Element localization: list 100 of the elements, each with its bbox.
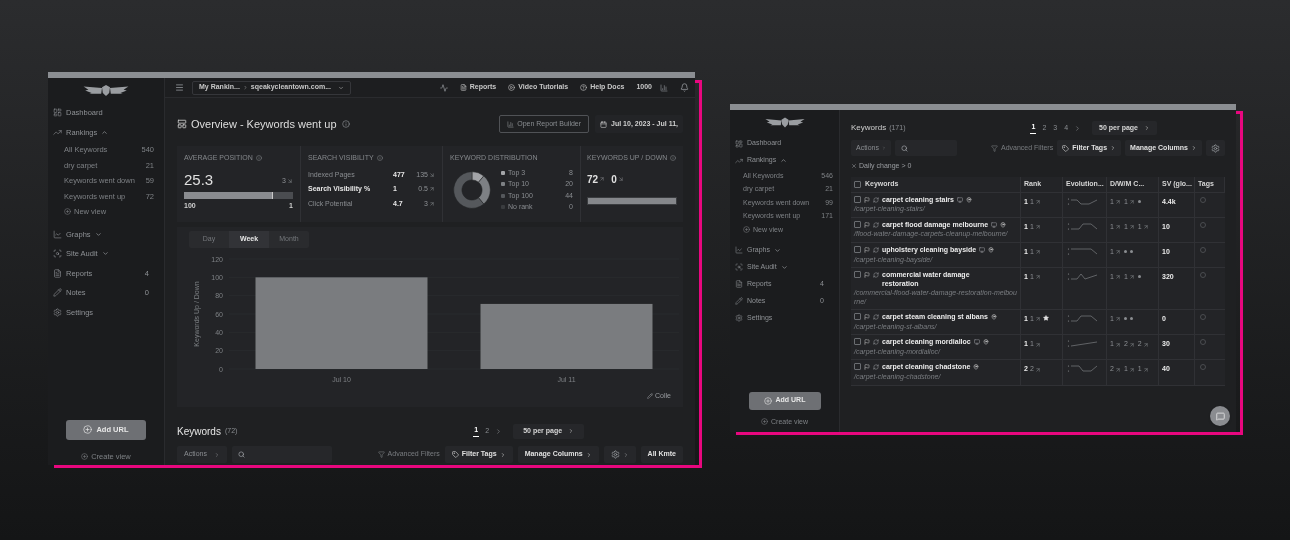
- checkbox[interactable]: [854, 180, 861, 188]
- next-page-icon[interactable]: [495, 427, 503, 435]
- tag-icon: [451, 451, 459, 458]
- chat-icon: [1215, 411, 1225, 421]
- pencil-icon: [647, 393, 654, 400]
- add-icon: [81, 452, 89, 460]
- refresh-icon: [873, 364, 879, 371]
- settings-icon: [1211, 143, 1220, 153]
- checkbox[interactable]: [854, 313, 861, 321]
- arrow-up-icon: [1128, 274, 1135, 281]
- arrow-up-icon: [1128, 223, 1135, 230]
- trend-icon: [735, 156, 743, 165]
- menu-icon[interactable]: [175, 83, 184, 92]
- bell-icon[interactable]: [680, 83, 689, 92]
- arrow-up-icon: [1128, 341, 1135, 348]
- dashboard-icon: [735, 139, 743, 148]
- arrow-up-icon: [1128, 198, 1135, 205]
- pencil-icon: [735, 297, 743, 305]
- checkbox[interactable]: [854, 338, 861, 346]
- help-icon: [580, 84, 588, 91]
- chevron-icon: [622, 451, 629, 458]
- winged-logo-icon: [763, 116, 806, 129]
- arrow-up-icon: [1034, 366, 1041, 373]
- refresh-icon: [873, 246, 879, 253]
- arrow-up-icon: [599, 176, 606, 182]
- arrow-up-icon: [1142, 366, 1149, 373]
- arrow-down-icon: [617, 176, 624, 182]
- calendar-icon: [600, 120, 608, 128]
- chevron-icon: [499, 451, 506, 458]
- average-position-value: 25.3: [184, 171, 214, 187]
- arrow-up-icon: [1034, 274, 1041, 281]
- refresh-icon: [873, 339, 879, 346]
- arrow-up-icon: [1142, 341, 1149, 348]
- caret-icon: [338, 84, 344, 91]
- refresh-icon: [873, 314, 879, 321]
- arrow-up-icon: [1034, 223, 1041, 230]
- info-icon: [376, 155, 383, 162]
- refresh-icon: [873, 221, 879, 228]
- add-icon: [763, 396, 772, 405]
- arrow-up-icon: [1114, 249, 1121, 256]
- settings-button[interactable]: [603, 446, 636, 463]
- search-field[interactable]: [232, 446, 332, 463]
- pulse-icon[interactable]: [439, 83, 448, 92]
- flag-icon: [864, 271, 870, 278]
- pencil-icon: [53, 288, 62, 298]
- line-chart-icon: [53, 229, 62, 239]
- caret-icon: [94, 230, 102, 238]
- arrow-up-icon: [1114, 274, 1121, 281]
- chat-button[interactable]: [1210, 406, 1230, 426]
- document-icon: [53, 268, 62, 278]
- refresh-icon: [873, 196, 879, 203]
- search-icon: [901, 144, 908, 152]
- flag-icon: [864, 221, 870, 228]
- arrow-up-icon: [1128, 366, 1135, 373]
- overview-icon: [177, 119, 187, 129]
- checkbox[interactable]: [854, 245, 861, 253]
- settings-icon: [735, 314, 743, 322]
- chevron-icon: [881, 145, 886, 151]
- scan-icon: [53, 249, 62, 259]
- bars-icon: [660, 83, 668, 92]
- add-icon: [761, 418, 768, 426]
- caret-icon: [773, 246, 781, 254]
- close-icon: [851, 163, 857, 170]
- caret-icon: [780, 263, 788, 271]
- add-icon: [743, 226, 750, 234]
- page-title: Overview - Keywords went up: [191, 116, 337, 132]
- refresh-icon: [873, 271, 879, 278]
- filter-icon: [377, 451, 385, 458]
- checkbox[interactable]: [854, 363, 861, 371]
- checkbox[interactable]: [854, 270, 861, 278]
- info-icon: [341, 120, 350, 128]
- next-page-icon[interactable]: [1074, 124, 1082, 132]
- arrow-up-icon: [1114, 366, 1121, 373]
- arrow-up-icon: [1034, 249, 1041, 256]
- flag-icon: [864, 196, 870, 203]
- sparkline-drawing: [1066, 338, 1100, 350]
- checkbox[interactable]: [854, 220, 861, 228]
- up-count: 72: [587, 172, 599, 187]
- settings-icon: [53, 307, 62, 317]
- settings-button[interactable]: [1206, 140, 1225, 156]
- arrow-up-icon: [1114, 198, 1121, 205]
- filter-icon: [991, 144, 998, 152]
- caret-icon: [101, 250, 109, 258]
- down-count: 0: [611, 172, 617, 187]
- checkbox[interactable]: [854, 195, 861, 203]
- arrow-up-icon: [1114, 341, 1121, 348]
- arrow-up-icon: [1142, 223, 1149, 230]
- sparkline-drawing: [1066, 245, 1100, 257]
- add-icon: [83, 425, 93, 435]
- arrow-down-icon: [287, 178, 293, 185]
- document-icon: [459, 84, 467, 91]
- sparkline-drawing: [1066, 363, 1100, 375]
- chevron-icon: [1191, 145, 1197, 151]
- sparkline-drawing: [1066, 270, 1100, 282]
- arrow-up-icon: [1034, 341, 1041, 348]
- dashboard-icon: [53, 108, 62, 118]
- scan-icon: [735, 263, 743, 271]
- info-icon: [255, 155, 262, 162]
- search-field[interactable]: [895, 140, 957, 156]
- caret-icon: [780, 157, 788, 164]
